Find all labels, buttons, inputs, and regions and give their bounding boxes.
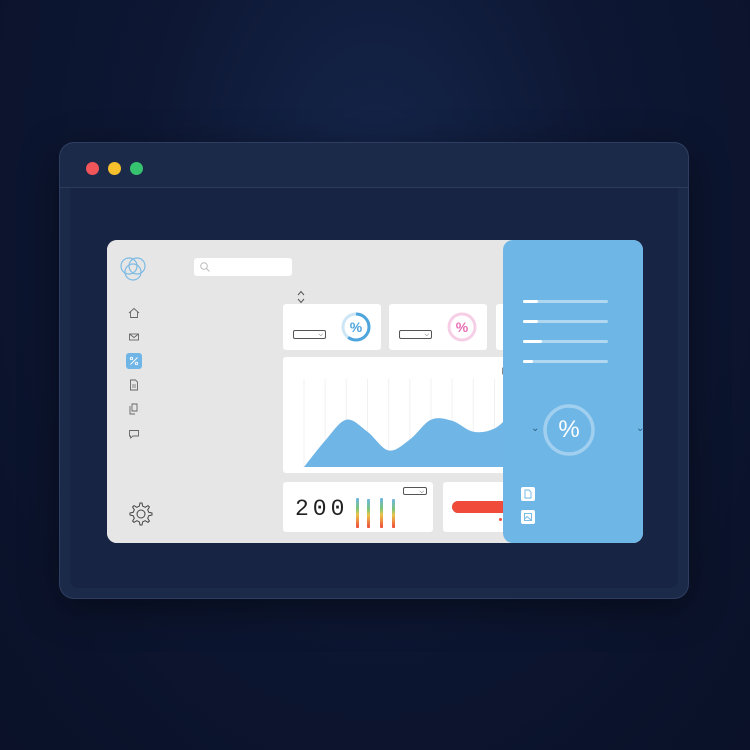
document-icon [524,489,532,499]
panel-slider-4-fill [523,360,534,363]
stat-card-2: ⌵ % [389,304,487,350]
stat-card-2-dropdown[interactable]: ⌵ [399,330,432,339]
panel-prev-chevron-icon[interactable]: ⌄ [531,423,539,434]
window-titlebar [60,143,688,188]
minimize-window-button[interactable] [108,162,121,175]
level-meter-2 [367,499,370,528]
main-content: 1 ⌵ % ⌵ % ⌵ [161,240,607,543]
stat-card-1-percent-label: % [349,319,363,335]
search-box[interactable] [194,258,292,276]
stat-card-2-ring: % [445,310,479,344]
panel-slider-4[interactable] [523,360,608,363]
counter-card: 200 ⌵ [283,482,433,532]
percent-icon [129,356,139,366]
chevron-down-icon: ⌵ [424,332,429,338]
panel-slider-1-fill [523,300,539,303]
panel-slider-1[interactable] [523,300,608,303]
mail-icon [129,333,139,341]
maximize-window-button[interactable] [130,162,143,175]
counter-value: 200 [295,496,349,522]
panel-document-button[interactable] [521,487,535,501]
search-icon [200,262,210,272]
sidebar-item-mail[interactable] [126,329,142,345]
stat-card-1-ring: % [339,310,373,344]
panel-percent-ring: % [541,402,597,458]
panel-percent-label: % [558,416,580,443]
panel-slider-2[interactable] [523,320,608,323]
sort-icon[interactable] [297,290,305,304]
settings-button[interactable] [126,500,154,528]
panel-slider-2-fill [523,320,539,323]
stat-card-1-dropdown[interactable]: ⌵ [293,330,326,339]
chevron-down-icon: ⌵ [419,489,424,495]
gear-icon [129,502,153,526]
dashboard-app: 1 ⌵ % ⌵ % ⌵ [107,240,643,543]
sidebar-item-files[interactable] [126,401,142,417]
files-icon [129,403,138,415]
sidebar [107,240,161,543]
document-icon [130,379,138,391]
panel-slider-3-fill [523,340,542,343]
level-meter-3 [380,497,383,528]
home-icon [128,307,140,318]
stat-card-2-percent-label: % [455,319,469,335]
close-window-button[interactable] [86,162,99,175]
right-panel: ⌄ % ⌄ [503,240,643,543]
progress-bar-fill [452,501,511,513]
chevron-down-icon: ⌵ [318,332,323,338]
image-icon [524,513,532,521]
stat-card-1: ⌵ % [283,304,381,350]
overlapping-circles-logo-icon [118,254,148,284]
panel-slider-3[interactable] [523,340,608,343]
search-input[interactable] [214,259,286,274]
panel-next-chevron-icon[interactable]: ⌄ [636,423,643,434]
sidebar-item-messages[interactable] [126,426,142,442]
panel-image-button[interactable] [521,510,535,524]
level-meter-4 [392,499,395,528]
sidebar-item-home[interactable] [126,305,142,321]
level-meter-1 [356,497,359,528]
sidebar-item-percent[interactable] [126,353,142,369]
counter-card-dropdown[interactable]: ⌵ [403,487,427,495]
sidebar-item-documents[interactable] [126,377,142,393]
legend-dot-red [499,518,502,521]
chat-icon [129,430,139,439]
